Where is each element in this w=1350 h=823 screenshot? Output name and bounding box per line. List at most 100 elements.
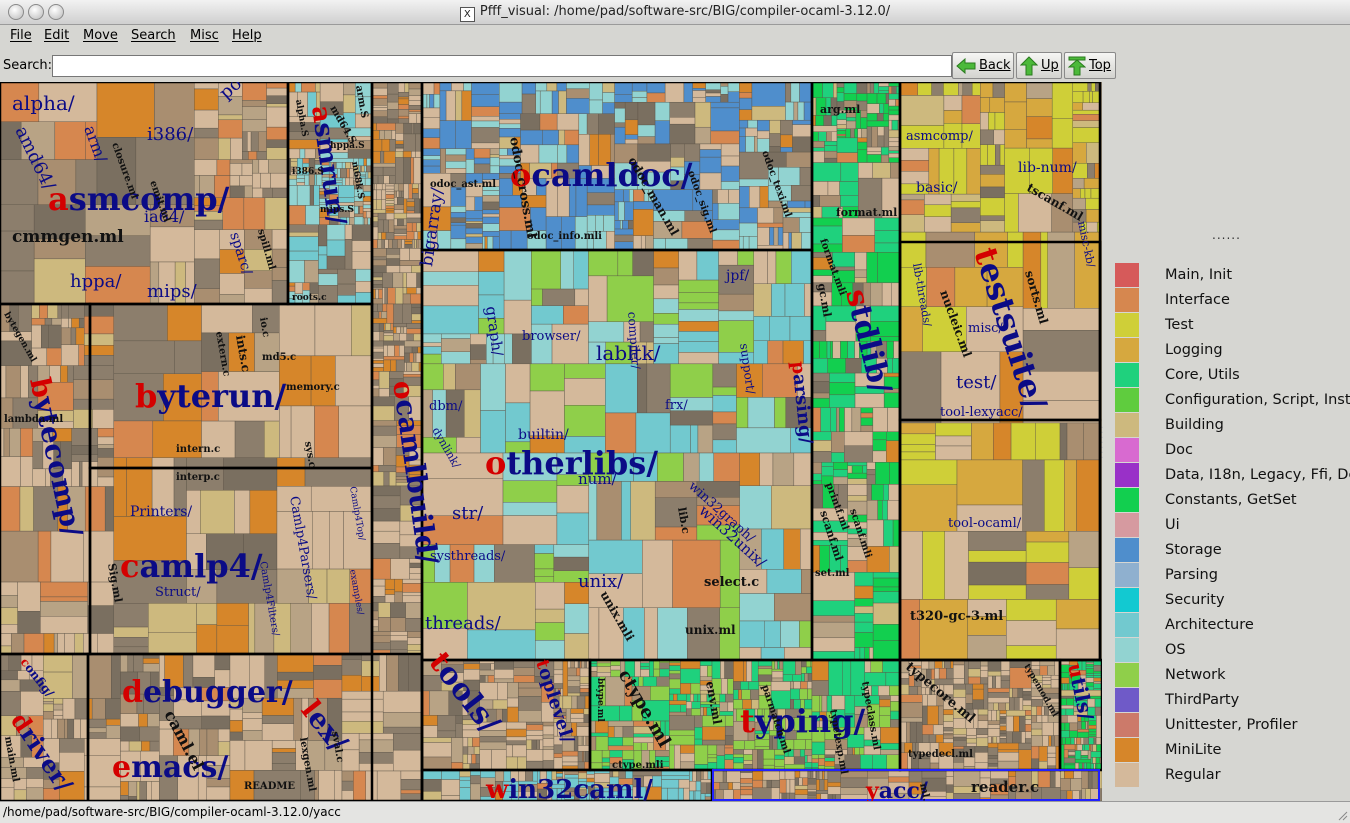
- file-rect[interactable]: [943, 82, 959, 96]
- file-rect[interactable]: [995, 675, 1002, 689]
- file-rect[interactable]: [383, 359, 391, 372]
- file-rect[interactable]: [1055, 599, 1101, 630]
- file-rect[interactable]: [857, 149, 868, 163]
- file-rect[interactable]: [353, 770, 366, 801]
- file-rect[interactable]: [1047, 757, 1057, 767]
- file-rect[interactable]: [371, 363, 384, 368]
- file-rect[interactable]: [836, 124, 847, 129]
- file-rect[interactable]: [113, 303, 168, 342]
- file-rect[interactable]: [377, 239, 383, 249]
- file-rect[interactable]: [249, 490, 278, 534]
- file-rect[interactable]: [394, 287, 404, 305]
- file-rect[interactable]: [953, 683, 967, 690]
- file-rect[interactable]: [826, 340, 831, 359]
- file-rect[interactable]: [465, 236, 483, 244]
- file-rect[interactable]: [346, 168, 350, 179]
- file-rect[interactable]: [391, 130, 396, 140]
- file-rect[interactable]: [561, 755, 579, 763]
- file-rect[interactable]: [377, 175, 384, 185]
- file-rect[interactable]: [266, 106, 289, 128]
- file-rect[interactable]: [831, 431, 845, 453]
- file-rect[interactable]: [421, 715, 438, 726]
- file-rect[interactable]: [1018, 749, 1032, 771]
- file-rect[interactable]: [1041, 706, 1045, 716]
- file-rect[interactable]: [976, 737, 989, 747]
- file-rect[interactable]: [71, 428, 99, 446]
- file-rect[interactable]: [799, 620, 813, 648]
- file-rect[interactable]: [577, 735, 583, 746]
- file-rect[interactable]: [980, 174, 1005, 188]
- file-rect[interactable]: [846, 120, 857, 129]
- file-rect[interactable]: [1006, 599, 1057, 621]
- file-rect[interactable]: [934, 668, 940, 680]
- file-rect[interactable]: [440, 148, 446, 174]
- file-rect[interactable]: [922, 694, 928, 707]
- file-rect[interactable]: [792, 124, 813, 138]
- file-rect[interactable]: [886, 431, 901, 441]
- file-rect[interactable]: [216, 625, 249, 655]
- file-rect[interactable]: [642, 539, 673, 608]
- file-rect[interactable]: [553, 744, 563, 754]
- file-rect[interactable]: [601, 757, 611, 763]
- file-rect[interactable]: [1025, 724, 1032, 732]
- file-rect[interactable]: [239, 175, 253, 187]
- file-rect[interactable]: [785, 82, 792, 103]
- file-rect[interactable]: [513, 667, 535, 676]
- file-rect[interactable]: [31, 318, 46, 326]
- file-rect[interactable]: [1010, 422, 1036, 461]
- file-rect[interactable]: [588, 275, 608, 323]
- file-rect[interactable]: [739, 97, 753, 110]
- file-rect[interactable]: [887, 499, 901, 521]
- file-rect[interactable]: [646, 82, 666, 94]
- file-rect[interactable]: [518, 696, 542, 711]
- file-rect[interactable]: [766, 779, 772, 789]
- file-rect[interactable]: [1064, 722, 1070, 731]
- file-rect[interactable]: [147, 713, 160, 728]
- file-rect[interactable]: [407, 644, 423, 651]
- file-rect[interactable]: [266, 95, 289, 104]
- file-rect[interactable]: [406, 201, 415, 208]
- file-rect[interactable]: [743, 760, 753, 765]
- file-rect[interactable]: [403, 374, 423, 378]
- file-rect[interactable]: [67, 365, 74, 383]
- file-rect[interactable]: [1077, 731, 1089, 738]
- file-rect[interactable]: [678, 779, 690, 789]
- file-rect[interactable]: [824, 145, 838, 152]
- file-rect[interactable]: [899, 95, 945, 126]
- file-rect[interactable]: [700, 779, 713, 783]
- file-rect[interactable]: [811, 473, 822, 482]
- file-rect[interactable]: [459, 776, 471, 781]
- file-rect[interactable]: [844, 431, 874, 446]
- file-rect[interactable]: [87, 605, 115, 634]
- file-rect[interactable]: [405, 618, 423, 632]
- file-rect[interactable]: [872, 754, 887, 771]
- file-rect[interactable]: [379, 331, 385, 342]
- file-rect[interactable]: [266, 103, 289, 108]
- file-rect[interactable]: [200, 490, 235, 534]
- file-rect[interactable]: [739, 222, 758, 237]
- file-rect[interactable]: [382, 447, 397, 466]
- file-rect[interactable]: [739, 127, 746, 137]
- file-rect[interactable]: [377, 232, 382, 240]
- file-rect[interactable]: [788, 232, 792, 251]
- file-rect[interactable]: [1025, 710, 1032, 716]
- file-rect[interactable]: [542, 288, 576, 306]
- file-rect[interactable]: [618, 201, 625, 221]
- file-rect[interactable]: [0, 607, 18, 625]
- file-rect[interactable]: [402, 303, 412, 324]
- file-rect[interactable]: [780, 134, 793, 148]
- menu-misc[interactable]: Misc: [190, 28, 219, 43]
- file-rect[interactable]: [127, 653, 134, 673]
- file-rect[interactable]: [546, 82, 558, 92]
- file-rect[interactable]: [931, 82, 944, 96]
- file-rect[interactable]: [1006, 620, 1057, 646]
- file-rect[interactable]: [953, 728, 967, 736]
- file-rect[interactable]: [811, 381, 830, 394]
- file-rect[interactable]: [0, 270, 35, 305]
- file-rect[interactable]: [313, 665, 343, 680]
- file-rect[interactable]: [606, 231, 615, 251]
- file-rect[interactable]: [216, 603, 249, 626]
- file-rect[interactable]: [381, 139, 391, 152]
- file-rect[interactable]: [381, 183, 386, 191]
- file-rect[interactable]: [640, 235, 646, 251]
